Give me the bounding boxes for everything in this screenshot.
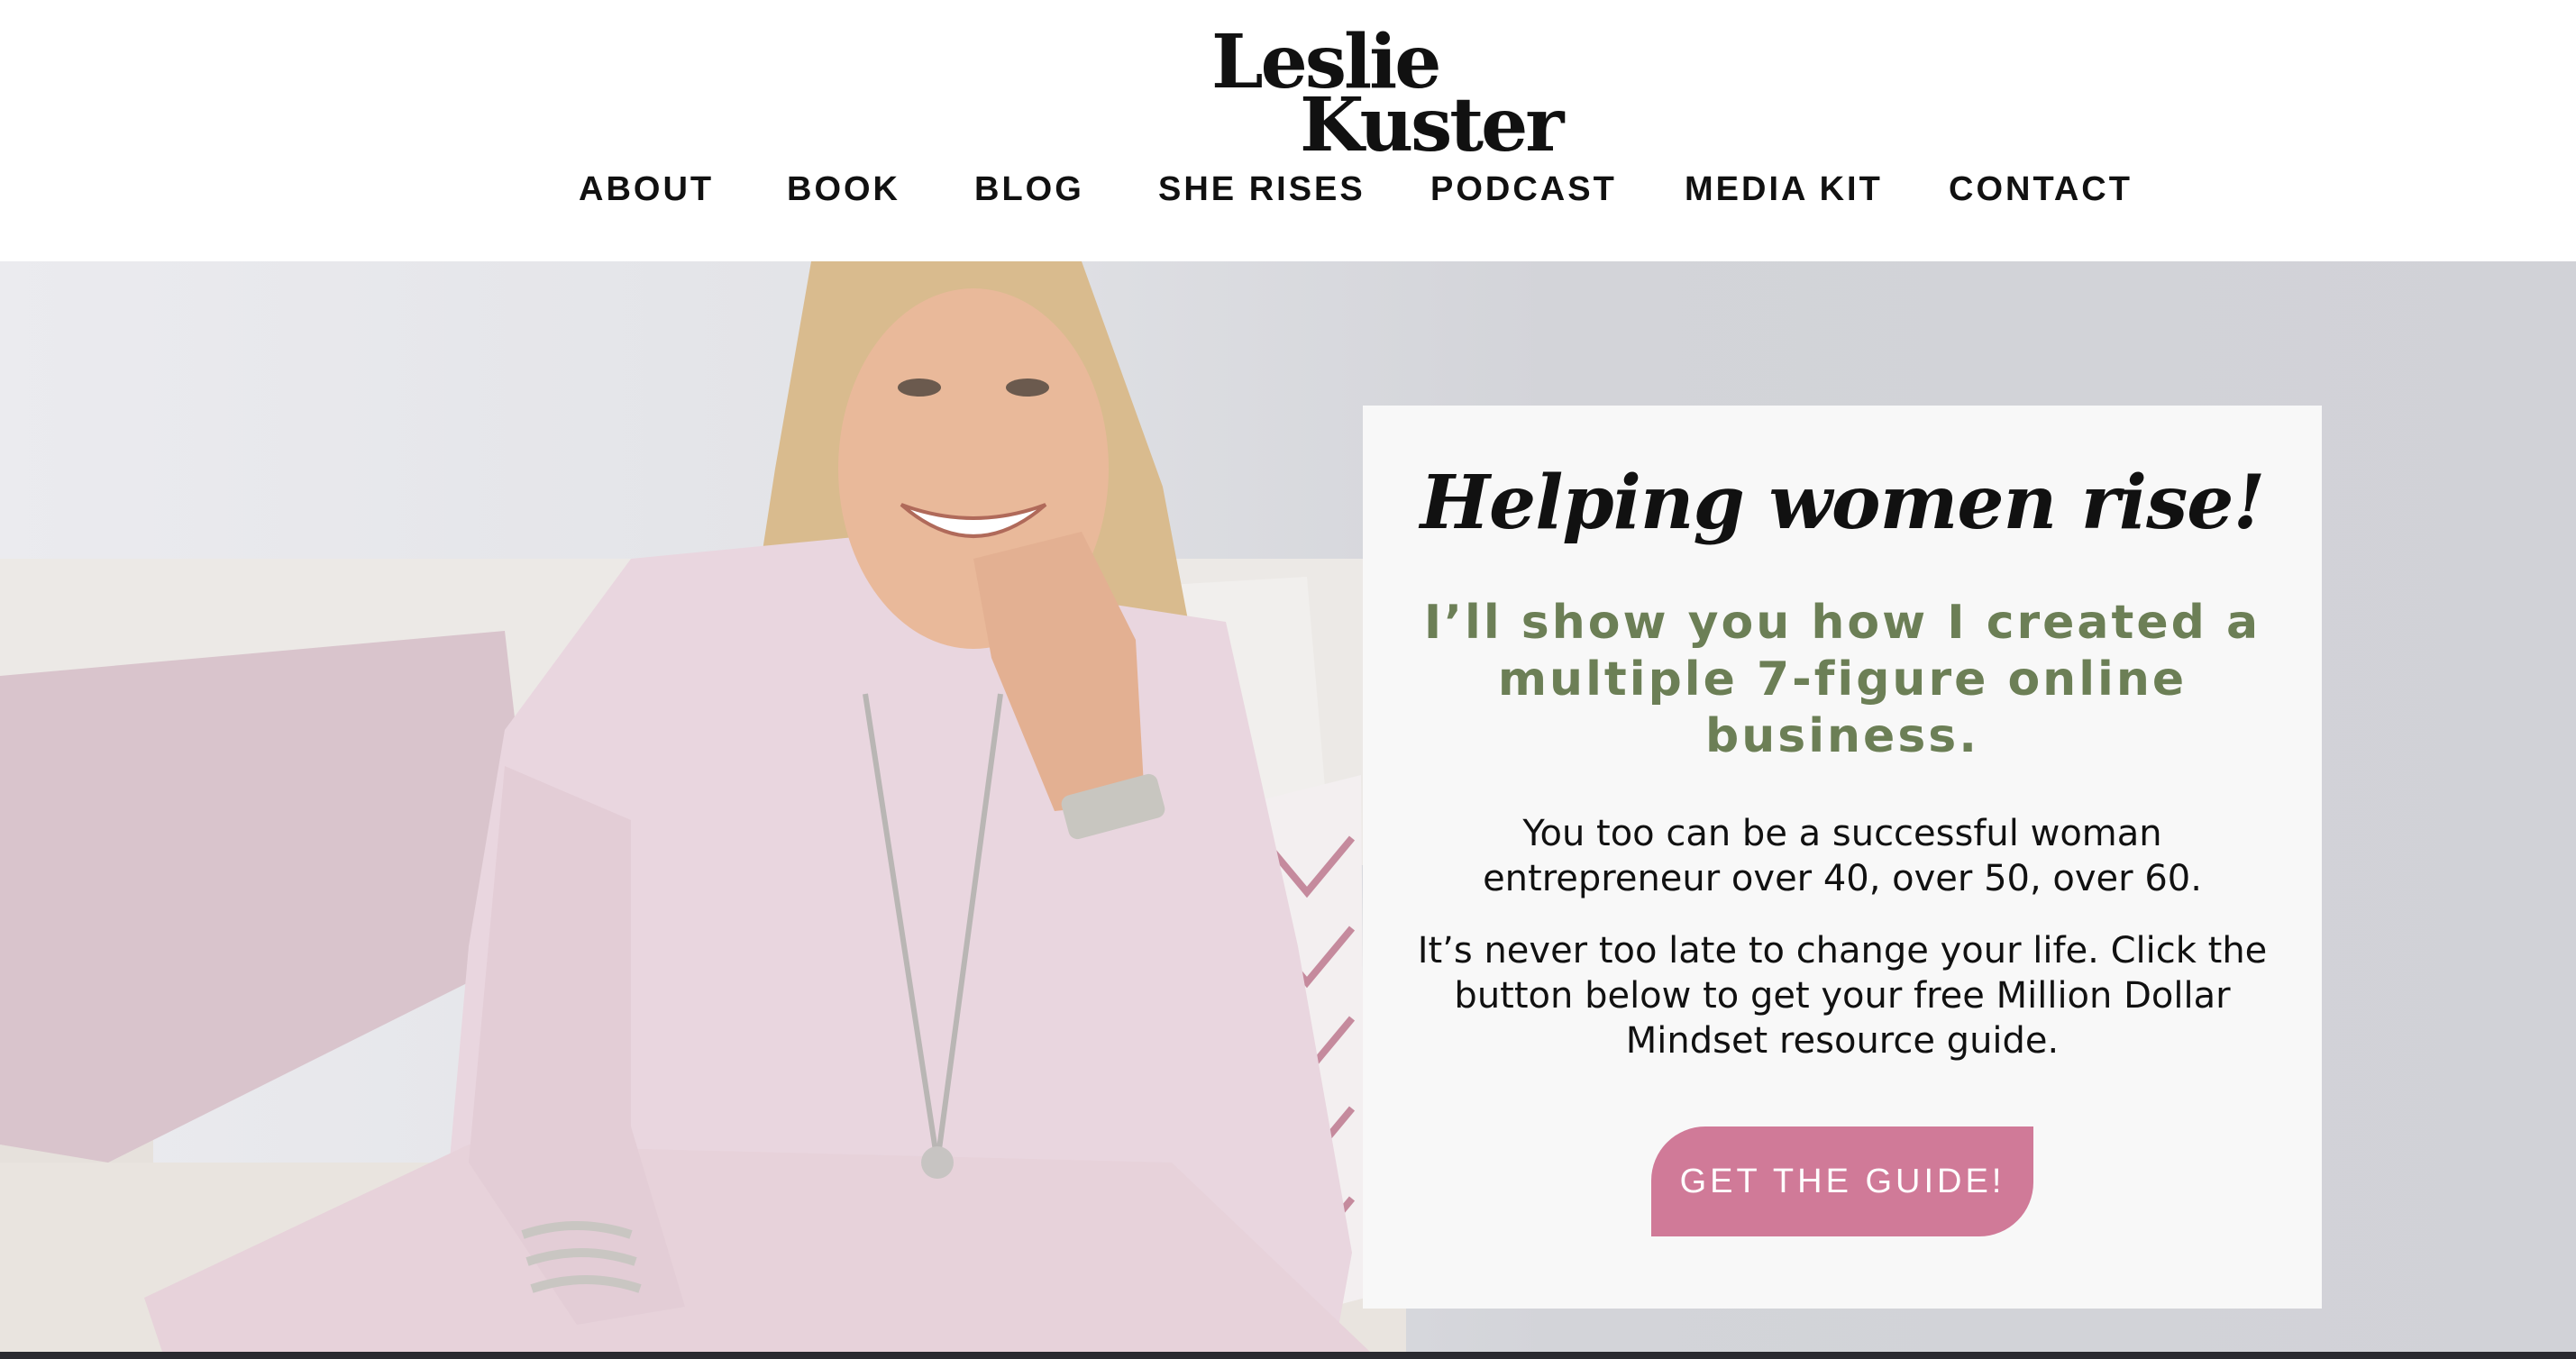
- site-logo[interactable]: Leslie Kuster: [1208, 18, 1565, 162]
- logo-last-name: Kuster: [1300, 82, 1565, 169]
- get-guide-button[interactable]: GET THE GUIDE!: [1651, 1126, 2033, 1236]
- bottom-edge-strip: [0, 1352, 2576, 1359]
- nav-blog[interactable]: BLOG: [974, 162, 1084, 216]
- nav-podcast[interactable]: PODCAST: [1430, 162, 1617, 216]
- nav-book[interactable]: BOOK: [787, 162, 900, 216]
- nav-media-kit[interactable]: MEDIA KIT: [1685, 162, 1883, 216]
- hero-subheadline: I’ll show you how I created a multiple 7…: [1423, 596, 2261, 763]
- hero-card: Helping women rise! I’ll show you how I …: [1363, 406, 2322, 1309]
- eye-right: [1006, 379, 1049, 397]
- nav-contact[interactable]: CONTACT: [1949, 162, 2133, 216]
- hero-paragraph-2: It’s never too late to change your life.…: [1417, 930, 2268, 1062]
- nav-about[interactable]: ABOUT: [579, 162, 714, 216]
- hero-paragraph-1: You too can be a successful woman entrep…: [1483, 813, 2202, 899]
- site-header: Leslie Kuster ABOUT BOOK BLOG SHE RISES …: [0, 0, 2576, 261]
- nav-she-rises[interactable]: SHE RISES: [1158, 162, 1366, 216]
- necklace-pendant: [921, 1146, 954, 1179]
- main-nav: ABOUT BOOK BLOG SHE RISES PODCAST MEDIA …: [0, 162, 2576, 216]
- hero-photo: [0, 261, 1406, 1352]
- hero-section: Helping women rise! I’ll show you how I …: [0, 261, 2576, 1352]
- hero-script-title: Helping women rise!: [1420, 460, 2266, 546]
- eye-left: [898, 379, 941, 397]
